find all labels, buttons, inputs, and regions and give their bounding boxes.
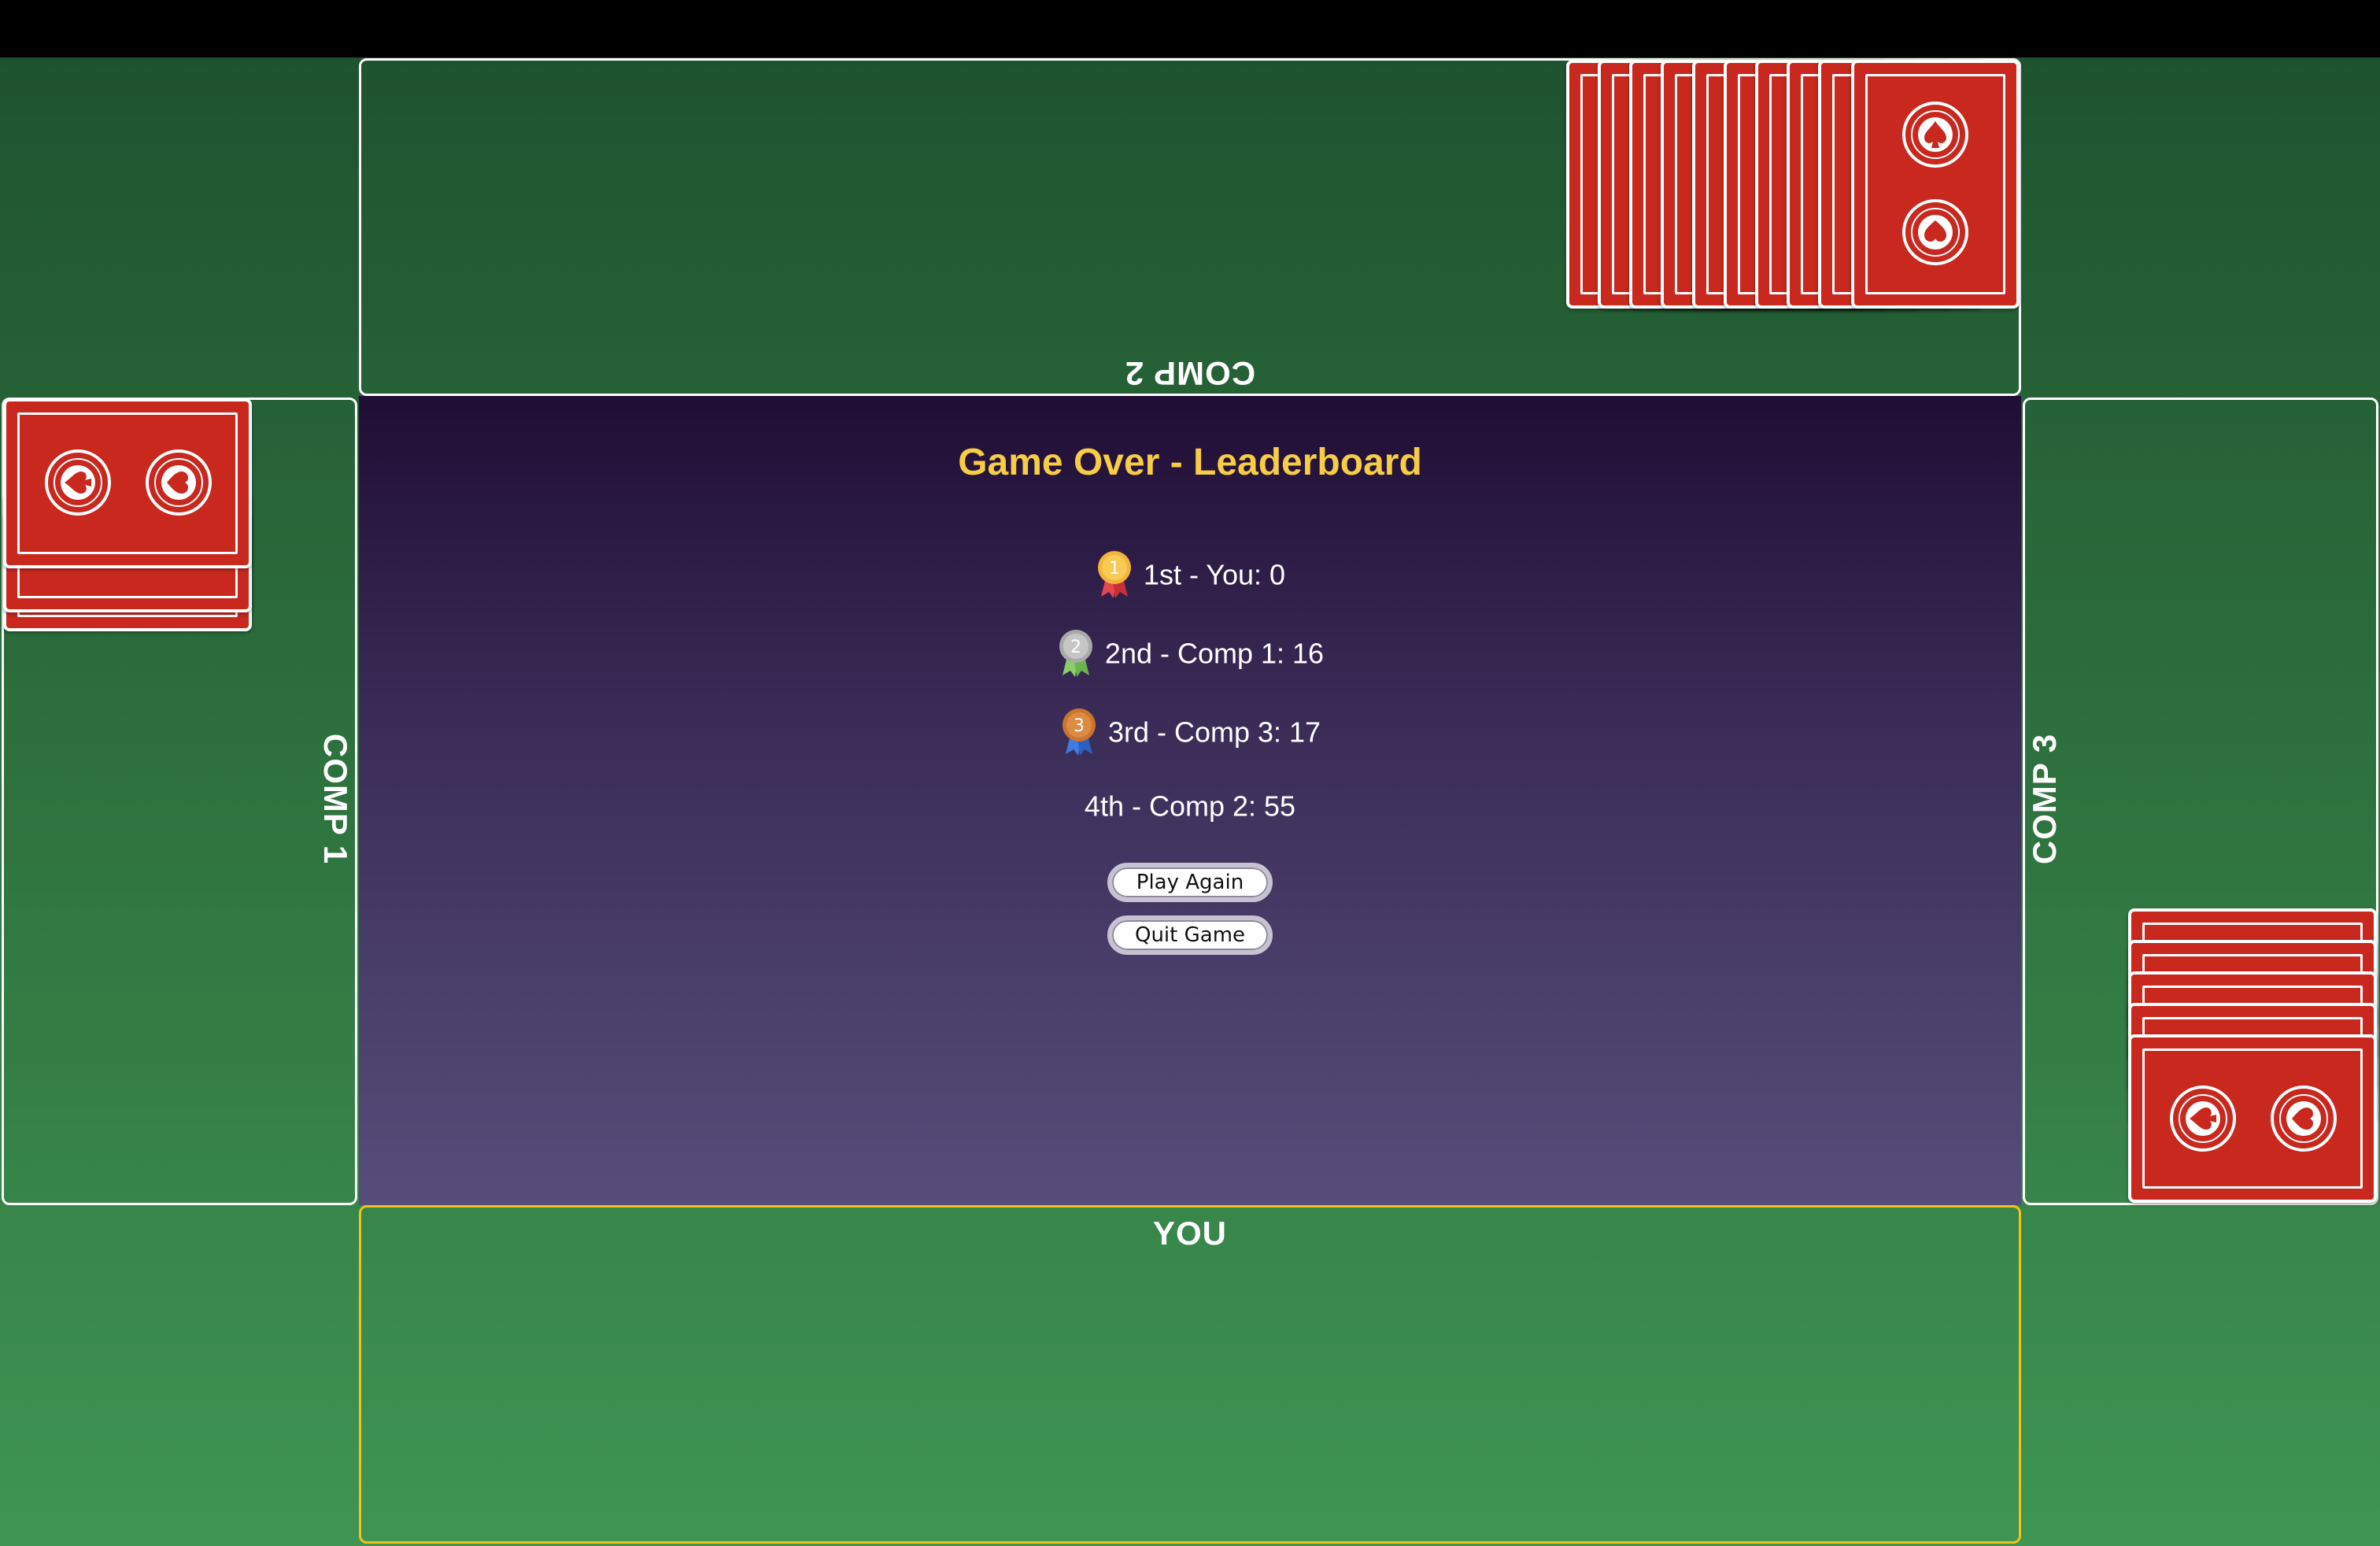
leaderboard-row-4th: 4th - Comp 2: 55 xyxy=(0,781,2380,830)
leaderboard-row-2nd: 2 2nd - Comp 1: 16 xyxy=(0,628,2380,679)
leaderboard-entry-text: 3rd - Comp 3: 17 xyxy=(1107,716,1321,749)
quit-game-button[interactable]: Quit Game xyxy=(1107,915,1273,955)
gold-medal-icon: 1 xyxy=(1097,551,1131,599)
leaderboard-row-3rd: 3 3rd - Comp 3: 17 xyxy=(0,707,2380,757)
play-again-button[interactable]: Play Again xyxy=(1107,863,1273,902)
heart-emblem-icon xyxy=(2270,1085,2338,1152)
player-label: YOU xyxy=(1152,1215,1228,1252)
leaderboard-row-1st: 1 1st - You: 0 xyxy=(0,549,2380,600)
spade-emblem-icon xyxy=(44,449,112,516)
comp-2-label: COMP 2 xyxy=(1124,355,1256,392)
heart-emblem-icon xyxy=(145,449,213,516)
leaderboard-entry-text: 1st - You: 0 xyxy=(1143,558,1286,591)
svg-text:1: 1 xyxy=(1109,559,1120,579)
svg-text:3: 3 xyxy=(1074,716,1085,736)
bronze-medal-icon: 3 xyxy=(1062,708,1096,756)
leaderboard-entry-text: 4th - Comp 2: 55 xyxy=(1084,790,1296,823)
heart-emblem-icon xyxy=(1901,198,1969,266)
card-back-top xyxy=(3,398,252,568)
leaderboard-title: Game Over - Leaderboard xyxy=(958,442,1422,483)
spade-emblem-icon xyxy=(1901,101,1969,168)
silver-medal-icon: 2 xyxy=(1059,630,1092,678)
spade-emblem-icon xyxy=(2169,1085,2237,1152)
svg-text:2: 2 xyxy=(1070,638,1081,657)
leaderboard-entry-text: 2nd - Comp 1: 16 xyxy=(1104,637,1325,670)
player-zone xyxy=(359,1205,2021,1544)
card-back-top xyxy=(1851,60,2020,309)
card-back-top xyxy=(2128,1034,2377,1203)
